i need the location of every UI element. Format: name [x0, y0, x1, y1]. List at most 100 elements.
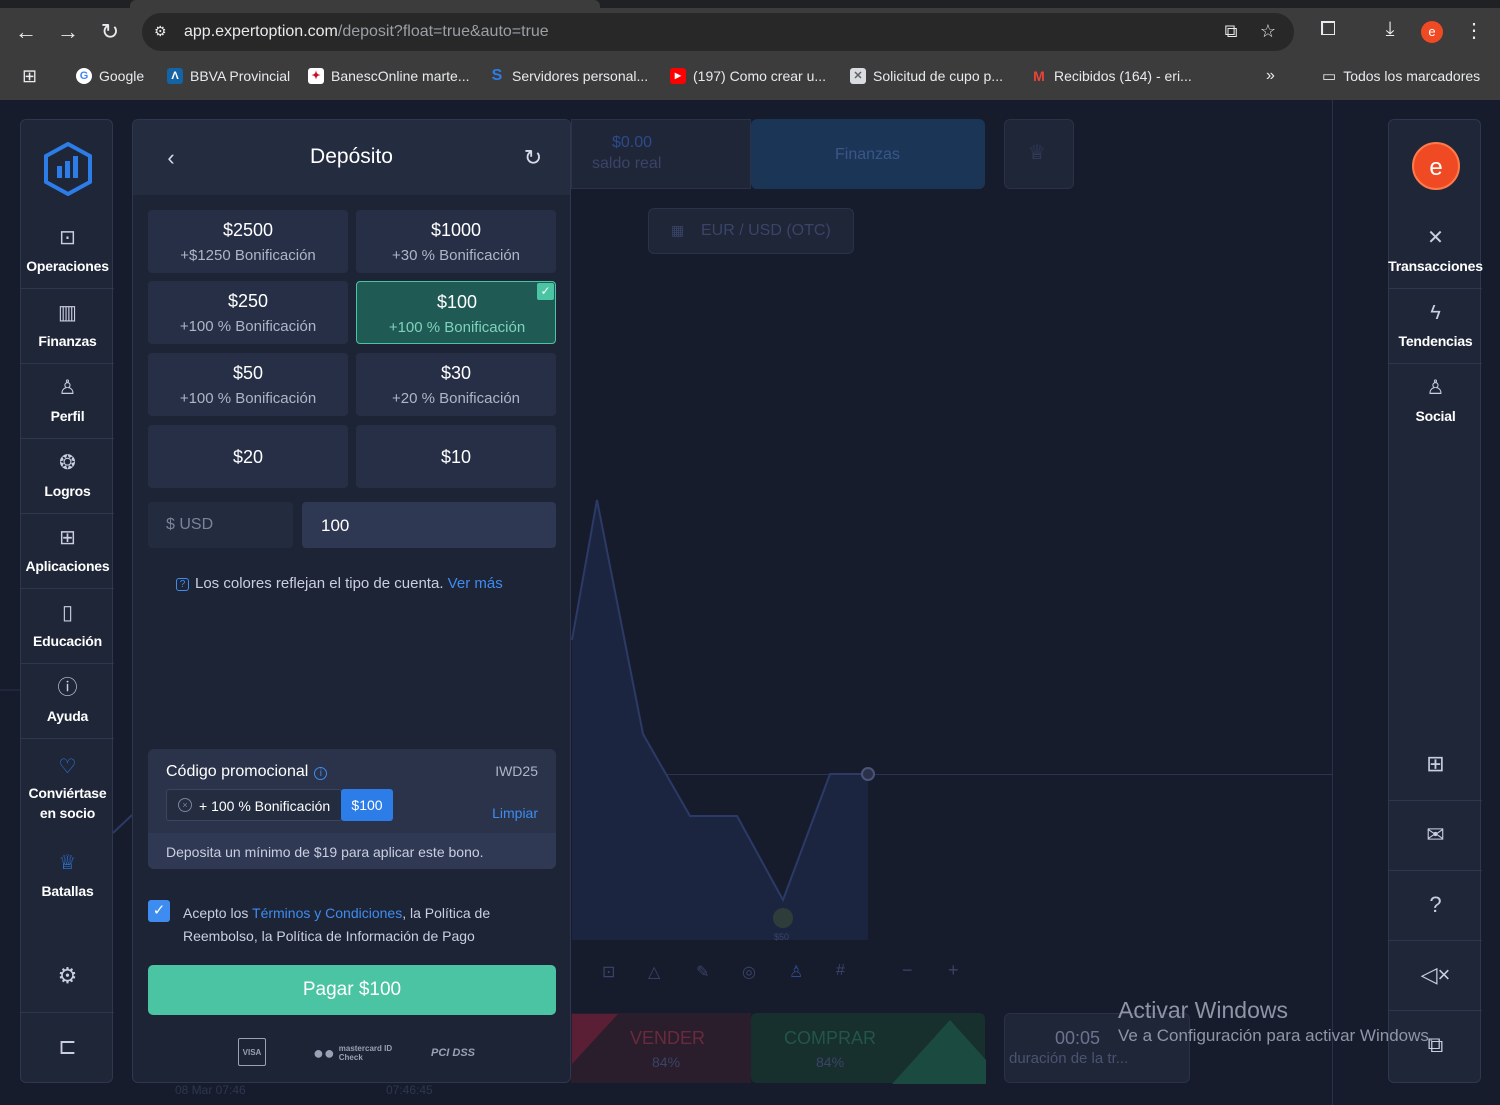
nav-tendencias[interactable]: ϟ Tendencias	[1389, 288, 1482, 363]
bookmark-banesco[interactable]: ✦ BanescOnline marte...	[308, 66, 470, 86]
finance-tab[interactable]: Finanzas	[751, 119, 985, 189]
book-icon: ▯	[61, 602, 73, 624]
social-trading-icon[interactable]: ♙	[789, 962, 803, 982]
nav-aplicaciones[interactable]: ⊞ Aplicaciones	[21, 513, 114, 588]
chat-icon[interactable]: ✉	[1389, 800, 1482, 868]
package-10[interactable]: $10	[356, 425, 556, 488]
bookmark-google[interactable]: G Google	[76, 66, 144, 86]
help-icon[interactable]: ?	[1389, 870, 1482, 938]
balance-label: saldo real	[592, 155, 662, 172]
back-icon[interactable]: ←	[12, 18, 40, 46]
deposit-panel: ‹ Depósito ↻ $2500 +$1250 Bonificación $…	[132, 119, 571, 1083]
settings-icon[interactable]: ⚙	[21, 942, 114, 1010]
all-bookmarks[interactable]: ▭ Todos los marcadores	[1322, 66, 1480, 86]
pencil-icon[interactable]: ✎	[696, 962, 709, 982]
package-30[interactable]: $30 +20 % Bonificación	[356, 353, 556, 416]
sell-button[interactable]: VENDER 84%	[571, 1013, 751, 1083]
install-app-icon[interactable]: ⧉	[1220, 21, 1242, 43]
active-tab[interactable]	[130, 0, 600, 8]
zoom-in-icon[interactable]: +	[948, 960, 959, 981]
sell-arrow-icon	[572, 1014, 618, 1064]
battles-widget[interactable]: ♕	[1004, 119, 1074, 189]
refresh-icon[interactable]: ↻	[519, 144, 547, 172]
activate-windows-title: Activar Windows	[1118, 997, 1288, 1023]
nav-finanzas[interactable]: ▥ Finanzas	[21, 288, 114, 363]
apps-icon: ⊞	[59, 527, 76, 549]
user-avatar[interactable]: e	[1412, 142, 1460, 190]
terms-link[interactable]: Términos y Condiciones	[252, 905, 402, 921]
nav-socio[interactable]: ♡ Conviértase en socio	[21, 738, 114, 838]
star-icon[interactable]: ☆	[1257, 21, 1279, 43]
grid-icon[interactable]: #	[836, 962, 845, 980]
youtube-icon: ▶	[670, 68, 686, 84]
package-1000[interactable]: $1000 +30 % Bonificación	[356, 210, 556, 273]
nav-social[interactable]: ♙ Social	[1389, 363, 1482, 438]
forward-icon[interactable]: →	[54, 18, 82, 46]
crosshair-icon[interactable]: ◎	[742, 962, 756, 982]
layout-icon[interactable]: ⊞	[1389, 730, 1482, 798]
time-label: 07:46:45	[386, 1083, 433, 1097]
bookmark-bbva[interactable]: Λ BBVA Provincial	[167, 66, 290, 86]
nav-logros[interactable]: ❂ Logros	[21, 438, 114, 513]
package-2500[interactable]: $2500 +$1250 Bonificación	[148, 210, 348, 273]
tab-strip	[0, 0, 1500, 8]
bookmark-solicitud[interactable]: ✕ Solicitud de cupo p...	[850, 66, 1003, 86]
nav-educacion[interactable]: ▯ Educación	[21, 588, 114, 663]
promo-bonus-chip: × + 100 % Bonificación $100	[166, 789, 393, 821]
buy-button[interactable]: COMPRAR 84%	[751, 1013, 986, 1084]
nav-ayuda[interactable]: ⓘ Ayuda	[21, 663, 114, 738]
promo-title: Código promocional i	[166, 763, 328, 781]
apps-grid-icon[interactable]: ⊞	[22, 66, 37, 86]
nav-operaciones[interactable]: ⊡ Operaciones	[21, 213, 114, 288]
chart-type-icon[interactable]: ⊡	[602, 962, 615, 982]
buy-arrow-icon	[892, 1020, 986, 1084]
package-50[interactable]: $50 +100 % Bonificación	[148, 353, 348, 416]
collapse-icon[interactable]: ⊏	[21, 1012, 114, 1080]
marker-label: $50	[774, 932, 790, 942]
info-icon[interactable]: i	[314, 767, 328, 780]
indicators-icon[interactable]: △	[648, 962, 660, 982]
bank-icon: ▥	[58, 302, 77, 324]
download-icon[interactable]: ⤓	[1376, 18, 1404, 46]
currency-field: $ USD	[148, 502, 293, 548]
account-color-info: ? Los colores reflejan el tipo de cuenta.…	[176, 575, 503, 592]
asset-selector[interactable]: ▦ EUR / USD (OTC)	[648, 208, 854, 254]
visa-secure-logo: VISA	[238, 1038, 266, 1066]
zoom-out-icon[interactable]: −	[902, 960, 913, 981]
flag-icon: ▦	[671, 222, 685, 238]
expertoption-logo[interactable]	[43, 142, 93, 196]
address-bar[interactable]: ⚙ app.expertoption.com/deposit?float=tru…	[142, 13, 1294, 51]
extensions-icon[interactable]: ⧠	[1314, 18, 1342, 46]
balance-widget[interactable]: $0.00 saldo real	[571, 119, 751, 189]
remove-icon[interactable]: ×	[178, 798, 192, 812]
bookmark-servidores[interactable]: S Servidores personal...	[489, 66, 649, 86]
promo-code-section: Código promocional i IWD25 × + 100 % Boni…	[148, 749, 556, 869]
folder-icon: ▭	[1322, 68, 1337, 85]
see-more-link[interactable]: Ver más	[448, 575, 503, 592]
more-bookmarks-icon[interactable]: »	[1266, 66, 1275, 86]
clear-promo-link[interactable]: Limpiar	[492, 805, 538, 821]
url-text[interactable]: app.expertoption.com/deposit?float=true&…	[184, 23, 549, 41]
package-250[interactable]: $250 +100 % Bonificación	[148, 281, 348, 344]
bookmark-gmail[interactable]: M Recibidos (164) - eri...	[1031, 66, 1192, 86]
package-100[interactable]: $100 +100 % Bonificación ✓	[356, 281, 556, 344]
terms-checkbox[interactable]: ✓	[148, 900, 170, 922]
mute-icon[interactable]: ◁×	[1389, 940, 1482, 1008]
menu-icon[interactable]: ⋮	[1460, 18, 1488, 46]
bookmark-youtube[interactable]: ▶ (197) Como crear u...	[670, 66, 826, 86]
nav-perfil[interactable]: ♙ Perfil	[21, 363, 114, 438]
google-icon: G	[76, 68, 92, 84]
profile-avatar[interactable]: e	[1421, 21, 1443, 43]
amount-input[interactable]: 100	[302, 502, 556, 548]
info-icon: ⓘ	[57, 677, 78, 699]
nav-transacciones[interactable]: ✕ Transacciones	[1388, 213, 1483, 288]
nav-batallas[interactable]: ♕ Batallas	[21, 838, 114, 913]
package-20[interactable]: $20	[148, 425, 348, 488]
promo-footnote: Deposita un mínimo de $19 para aplicar e…	[148, 833, 556, 869]
site-settings-icon[interactable]: ⚙	[154, 23, 172, 41]
promo-code: IWD25	[495, 763, 538, 779]
pay-button[interactable]: Pagar $100	[148, 965, 556, 1015]
banesco-icon: ✦	[308, 68, 324, 84]
reload-icon[interactable]: ↻	[96, 18, 124, 46]
bbva-icon: Λ	[167, 68, 183, 84]
